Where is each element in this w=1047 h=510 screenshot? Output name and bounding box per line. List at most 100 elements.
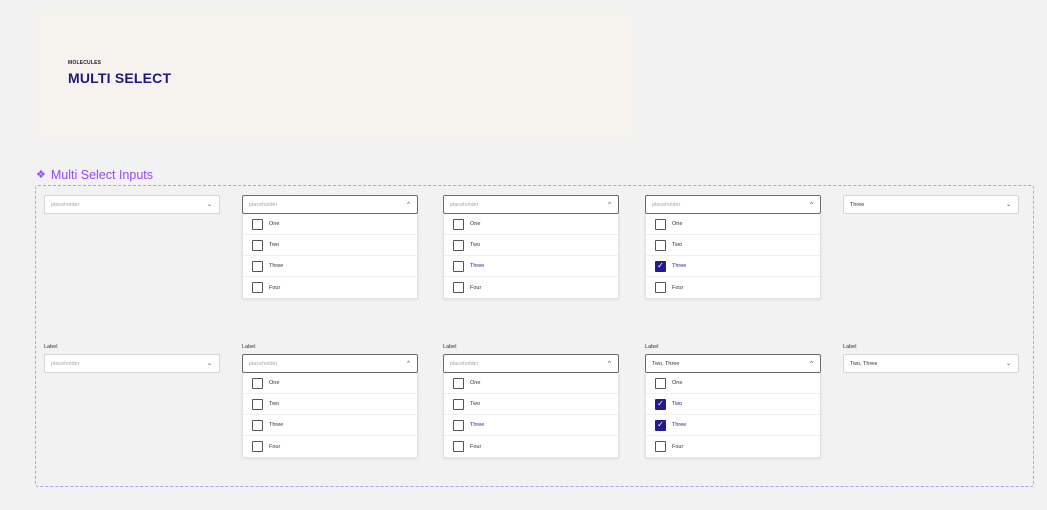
option-label: One: [269, 380, 280, 386]
checkbox[interactable]: [453, 218, 464, 230]
header-card: MOLECULES MULTI SELECT: [35, 10, 632, 138]
checkbox[interactable]: [252, 441, 263, 452]
multi-select-input[interactable]: placeholder ^: [443, 195, 619, 214]
checkbox[interactable]: [453, 398, 464, 410]
option-label: Three: [269, 263, 284, 269]
field-label: Label: [645, 344, 659, 350]
checkbox[interactable]: [453, 239, 464, 251]
select-placeholder: placeholder: [51, 360, 80, 367]
chevron-down-icon: ⌄: [206, 201, 212, 208]
checkbox[interactable]: ✓: [655, 398, 666, 410]
multi-select-input[interactable]: Two, Three ⌄: [843, 354, 1019, 373]
multi-select-row2-4: Label Two, Three ^ One ✓ Two ✓ Three Four: [645, 344, 821, 458]
option-one[interactable]: One: [646, 373, 820, 394]
select-value: Two, Three: [652, 360, 680, 367]
checkbox[interactable]: [453, 282, 464, 293]
check-icon: ✓: [657, 261, 664, 270]
field-label: Label: [242, 344, 256, 350]
checkbox[interactable]: [252, 419, 263, 431]
option-two[interactable]: ✓ Two: [646, 394, 820, 415]
option-four[interactable]: Four: [646, 277, 820, 298]
option-three[interactable]: Three: [444, 256, 618, 277]
checkbox[interactable]: [252, 398, 263, 410]
option-one[interactable]: One: [444, 214, 618, 235]
option-three[interactable]: ✓ Three: [646, 256, 820, 277]
option-one[interactable]: One: [646, 214, 820, 235]
option-label: Two: [470, 401, 481, 407]
select-placeholder: placeholder: [652, 201, 681, 208]
select-value: Three: [850, 201, 865, 208]
field-label: Label: [443, 344, 457, 350]
option-three[interactable]: Three: [243, 415, 417, 436]
option-label: One: [470, 380, 481, 386]
component-icon: ❖: [36, 168, 46, 181]
multi-select-row1-2: placeholder ^ One Two Three Four: [242, 195, 418, 299]
option-one[interactable]: One: [243, 373, 417, 394]
chevron-down-icon: ⌄: [206, 360, 212, 367]
option-label: Four: [269, 284, 281, 291]
multi-select-row2-2: Label placeholder ^ One Two Three Four: [242, 344, 418, 458]
multi-select-input[interactable]: Three ⌄: [843, 195, 1019, 214]
checkbox[interactable]: [655, 441, 666, 452]
checkbox[interactable]: [252, 282, 263, 293]
page-title: MULTI SELECT: [68, 70, 172, 86]
option-four[interactable]: Four: [646, 436, 820, 457]
option-three[interactable]: Three: [243, 256, 417, 277]
checkbox[interactable]: [655, 282, 666, 293]
option-two[interactable]: Two: [444, 394, 618, 415]
option-four[interactable]: Four: [243, 277, 417, 298]
checkbox[interactable]: [453, 441, 464, 452]
checkbox[interactable]: [252, 239, 263, 251]
multi-select-input[interactable]: placeholder ⌄: [44, 195, 220, 214]
checkbox[interactable]: [655, 218, 666, 230]
check-icon: ✓: [657, 420, 664, 429]
select-placeholder: placeholder: [450, 360, 479, 367]
option-label: Two: [269, 242, 280, 248]
option-label: One: [672, 380, 683, 386]
checkbox[interactable]: [655, 377, 666, 389]
checkbox[interactable]: [453, 260, 464, 272]
option-two[interactable]: Two: [646, 235, 820, 256]
option-label: Three: [269, 422, 284, 428]
option-label: Two: [672, 401, 683, 407]
option-four[interactable]: Four: [444, 277, 618, 298]
multi-select-input[interactable]: placeholder ^: [645, 195, 821, 214]
multi-select-input[interactable]: placeholder ⌄: [44, 354, 220, 373]
checkbox[interactable]: [252, 260, 263, 272]
option-one[interactable]: One: [444, 373, 618, 394]
select-placeholder: placeholder: [450, 201, 479, 208]
option-three[interactable]: ✓ Three: [646, 415, 820, 436]
option-one[interactable]: One: [243, 214, 417, 235]
checkbox[interactable]: ✓: [655, 419, 666, 431]
option-label: Four: [470, 284, 482, 291]
multi-select-input[interactable]: placeholder ^: [242, 354, 418, 373]
checkbox[interactable]: ✓: [655, 260, 666, 272]
dropdown-menu: One ✓ Two ✓ Three Four: [645, 373, 821, 458]
multi-select-input[interactable]: placeholder ^: [443, 354, 619, 373]
chevron-up-icon: ^: [810, 201, 813, 208]
option-label: Four: [672, 284, 684, 291]
option-four[interactable]: Four: [243, 436, 417, 457]
checkbox[interactable]: [453, 377, 464, 389]
multi-select-row1-3: placeholder ^ One Two Three Four: [443, 195, 619, 299]
checkbox[interactable]: [252, 377, 263, 389]
dropdown-menu: One Two Three Four: [242, 214, 418, 299]
option-three[interactable]: Three: [444, 415, 618, 436]
option-label: Two: [269, 401, 280, 407]
checkbox[interactable]: [655, 239, 666, 251]
chevron-down-icon: ⌄: [1005, 201, 1011, 208]
multi-select-row2-1: Label placeholder ⌄: [44, 344, 220, 373]
multi-select-input[interactable]: Two, Three ^: [645, 354, 821, 373]
option-two[interactable]: Two: [243, 394, 417, 415]
option-four[interactable]: Four: [444, 436, 618, 457]
checkbox[interactable]: [453, 419, 464, 431]
option-two[interactable]: Two: [243, 235, 417, 256]
option-two[interactable]: Two: [444, 235, 618, 256]
chevron-up-icon: ^: [608, 360, 611, 367]
section-title-text: Multi Select Inputs: [50, 168, 154, 182]
multi-select-row1-5: Three ⌄: [843, 195, 1019, 214]
option-label: Four: [672, 443, 684, 450]
option-label: Two: [672, 242, 683, 248]
checkbox[interactable]: [252, 218, 263, 230]
multi-select-input[interactable]: placeholder ^: [242, 195, 418, 214]
